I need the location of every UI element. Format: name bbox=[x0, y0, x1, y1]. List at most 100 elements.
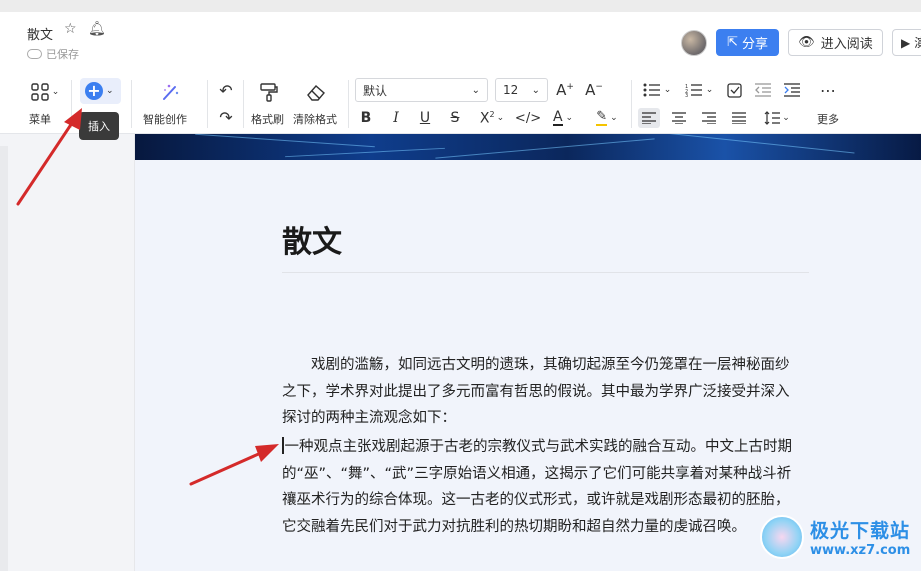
menu-button[interactable]: ⌄ bbox=[27, 82, 63, 102]
svg-text:3: 3 bbox=[685, 93, 688, 97]
divider bbox=[243, 80, 244, 128]
font-increase-icon: A+ bbox=[556, 81, 574, 99]
presentation-label: 演 bbox=[914, 36, 921, 50]
magic-wand-icon bbox=[163, 84, 179, 100]
ai-create-button[interactable] bbox=[158, 81, 182, 103]
align-center-button[interactable] bbox=[668, 108, 690, 128]
font-size-select[interactable]: 12 ⌄ bbox=[495, 78, 548, 102]
grid-icon bbox=[31, 83, 49, 101]
chevron-down-icon: ⌄ bbox=[705, 85, 714, 95]
chevron-down-icon: ⌄ bbox=[51, 87, 60, 97]
outdent-button[interactable] bbox=[753, 79, 773, 101]
doc-title[interactable]: 散文 bbox=[27, 24, 53, 43]
title-divider bbox=[282, 272, 809, 273]
paragraph-text: 一种观点主张戏剧起源于古老的宗教仪式与武术实践的融合互动。中文上古时期的“巫”、… bbox=[282, 439, 792, 535]
bullet-list-button[interactable]: ⌄ bbox=[640, 79, 674, 101]
chevron-down-icon: ⌄ bbox=[106, 86, 114, 96]
divider bbox=[207, 80, 208, 128]
italic-button[interactable]: I bbox=[387, 108, 405, 128]
top-strip bbox=[0, 0, 921, 12]
bell-icon[interactable]: 🔔︎ bbox=[88, 21, 106, 37]
format-painter-button[interactable] bbox=[258, 81, 280, 103]
divider bbox=[348, 80, 349, 128]
bold-button[interactable]: B bbox=[357, 108, 375, 128]
font-family-value: 默认 bbox=[363, 83, 388, 98]
plus-icon: + bbox=[85, 82, 103, 100]
highlighter-icon: ✎ bbox=[596, 109, 608, 126]
redo-button[interactable]: ↷ bbox=[216, 107, 236, 127]
page-title[interactable]: 散文 bbox=[282, 217, 342, 261]
saved-label: 已保存 bbox=[46, 48, 79, 61]
underline-button[interactable]: U bbox=[416, 108, 434, 128]
bullet-list-icon bbox=[643, 83, 660, 97]
toolbar: ⌄ 菜单 智能创作 ↶ ↷ 格式刷 清除格式 默认 ⌄ 12 ⌄ A+ A− B… bbox=[0, 74, 921, 134]
align-left-icon bbox=[642, 112, 656, 124]
inline-code-button[interactable]: </> bbox=[515, 108, 541, 128]
decrease-font-button[interactable]: A− bbox=[584, 79, 604, 101]
superscript-button[interactable]: X2 ⌄ bbox=[476, 108, 508, 128]
watermark-name: 极光下载站 bbox=[810, 520, 911, 542]
align-right-icon bbox=[702, 112, 716, 124]
align-right-button[interactable] bbox=[698, 108, 720, 128]
more-icon: ⋯ bbox=[820, 80, 836, 100]
avatar[interactable] bbox=[681, 30, 707, 56]
justify-icon bbox=[732, 112, 746, 124]
font-size-value: 12 bbox=[503, 83, 519, 97]
align-left-button[interactable] bbox=[638, 108, 660, 128]
document-canvas[interactable]: 散文 戏剧的滥觞，如同远古文明的遗珠，其确切起源至今仍笼罩在一层神秘面纱之下，学… bbox=[135, 134, 921, 571]
cloud-check-icon bbox=[27, 49, 42, 59]
undo-button[interactable]: ↶ bbox=[216, 80, 236, 100]
more-button[interactable]: ⋯ bbox=[815, 79, 841, 101]
font-color-icon: A bbox=[552, 109, 563, 126]
chevron-down-icon: ⌄ bbox=[496, 113, 505, 123]
clear-format-label: 清除格式 bbox=[293, 113, 337, 126]
strikethrough-button[interactable]: S bbox=[446, 108, 464, 128]
numbered-list-button[interactable]: 123 ⌄ bbox=[682, 79, 716, 101]
increase-font-button[interactable]: A+ bbox=[555, 79, 575, 101]
chevron-down-icon: ⌄ bbox=[471, 84, 480, 96]
checkbox-icon bbox=[726, 82, 742, 98]
sidebar-scroll-track[interactable] bbox=[0, 146, 8, 571]
play-icon: ▶ bbox=[901, 35, 911, 50]
divider bbox=[631, 80, 632, 128]
watermark-logo-icon bbox=[760, 515, 804, 559]
align-center-icon bbox=[672, 112, 686, 124]
share-label: 分享 bbox=[741, 37, 768, 52]
font-family-select[interactable]: 默认 ⌄ bbox=[355, 78, 488, 102]
annotation-arrow bbox=[16, 108, 82, 206]
line-spacing-button[interactable]: ⌄ bbox=[760, 108, 794, 128]
highlight-button[interactable]: ✎ ⌄ bbox=[590, 108, 624, 128]
eye-icon: 👁︎ bbox=[798, 35, 815, 50]
share-icon: ⇱ bbox=[727, 35, 738, 50]
justify-button[interactable] bbox=[728, 108, 750, 128]
chevron-down-icon: ⌄ bbox=[663, 85, 672, 95]
clear-format-button[interactable] bbox=[305, 81, 327, 103]
indent-button[interactable] bbox=[782, 79, 802, 101]
saved-status: 已保存 bbox=[27, 46, 79, 62]
presentation-button[interactable]: ▶ 演 bbox=[892, 29, 921, 56]
paint-brush-icon bbox=[260, 83, 278, 102]
chevron-down-icon: ⌄ bbox=[610, 113, 618, 123]
share-button[interactable]: ⇱ 分享 bbox=[716, 29, 779, 56]
strikethrough-icon: S bbox=[450, 110, 460, 126]
superscript-icon: X2 bbox=[479, 109, 495, 127]
indent-icon bbox=[784, 83, 800, 97]
read-mode-label: 进入阅读 bbox=[820, 37, 873, 52]
bold-icon: B bbox=[360, 110, 372, 126]
undo-icon: ↶ bbox=[219, 80, 233, 100]
divider bbox=[131, 80, 132, 128]
font-color-button[interactable]: A ⌄ bbox=[546, 108, 580, 128]
star-icon[interactable]: ☆ bbox=[64, 21, 77, 37]
document-header: 散文 ☆ 🔔︎ 已保存 ⇱ 分享 👁︎ 进入阅读 ▶ 演 bbox=[0, 12, 921, 74]
paragraph[interactable]: 一种观点主张戏剧起源于古老的宗教仪式与武术实践的融合互动。中文上古时期的“巫”、… bbox=[282, 434, 802, 540]
font-decrease-icon: A− bbox=[585, 81, 603, 99]
paragraph[interactable]: 戏剧的滥觞，如同远古文明的遗珠，其确切起源至今仍笼罩在一层神秘面纱之下，学术界对… bbox=[282, 352, 802, 432]
watermark-url: www.xz7.com bbox=[810, 543, 911, 558]
read-mode-button[interactable]: 👁︎ 进入阅读 bbox=[788, 29, 883, 56]
task-list-button[interactable] bbox=[724, 79, 744, 101]
chevron-down-icon: ⌄ bbox=[565, 113, 574, 123]
line-spacing-icon bbox=[764, 111, 781, 125]
outdent-icon bbox=[755, 83, 771, 97]
cover-banner-image bbox=[135, 134, 921, 160]
underline-icon: U bbox=[419, 110, 431, 126]
